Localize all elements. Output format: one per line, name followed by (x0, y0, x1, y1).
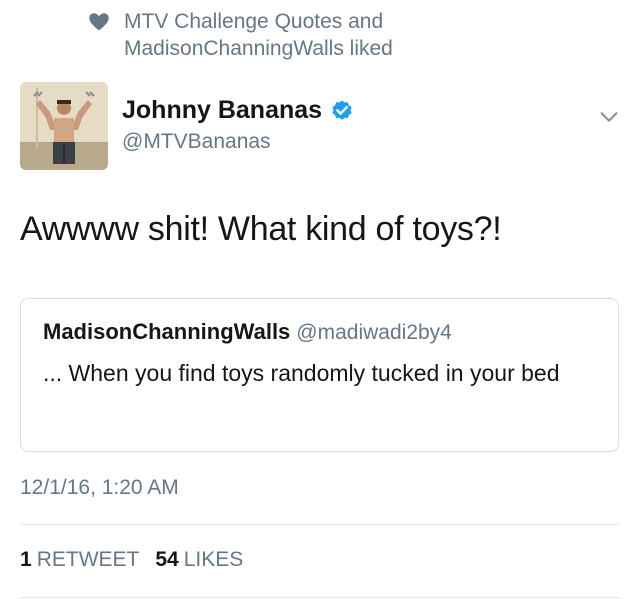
quoted-author-name: MadisonChanningWalls (43, 319, 291, 344)
likes-stat[interactable]: 54 LIKES (155, 548, 243, 572)
quoted-tweet-text: ... When you find toys randomly tucked i… (43, 360, 560, 386)
quoted-tweet-header: MadisonChanningWalls @madiwadi2by4 (43, 319, 452, 345)
avatar[interactable] (20, 82, 108, 170)
chevron-down-icon[interactable] (598, 106, 620, 128)
tweet-text: Awwww shit! What kind of toys?! (20, 210, 502, 248)
author-handle[interactable]: @MTVBananas (122, 130, 271, 154)
retweets-count: 1 (20, 548, 32, 571)
tweet-author: Johnny Bananas @MTVBananas (20, 82, 620, 172)
liked-by-text[interactable]: MTV Challenge Quotes and MadisonChanning… (124, 8, 454, 62)
retweets-stat[interactable]: 1 RETWEET (20, 548, 139, 572)
heart-icon (89, 13, 109, 31)
author-display-name[interactable]: Johnny Bananas (122, 96, 322, 125)
liked-context: MTV Challenge Quotes and MadisonChanning… (88, 8, 454, 62)
divider (20, 524, 620, 525)
tweet-timestamp[interactable]: 12/1/16, 1:20 AM (20, 476, 179, 500)
quoted-tweet-card[interactable]: MadisonChanningWalls @madiwadi2by4 ... Wh… (20, 298, 619, 452)
likes-label: LIKES (183, 548, 244, 571)
retweets-label: RETWEET (36, 548, 140, 571)
quoted-author-handle: @madiwadi2by4 (296, 321, 452, 344)
likes-count: 54 (155, 548, 179, 571)
verified-badge-icon (332, 100, 352, 120)
author-name-row: Johnny Bananas (122, 96, 354, 125)
tweet-stats: 1 RETWEET 54 LIKES (20, 548, 259, 572)
divider (20, 597, 620, 598)
